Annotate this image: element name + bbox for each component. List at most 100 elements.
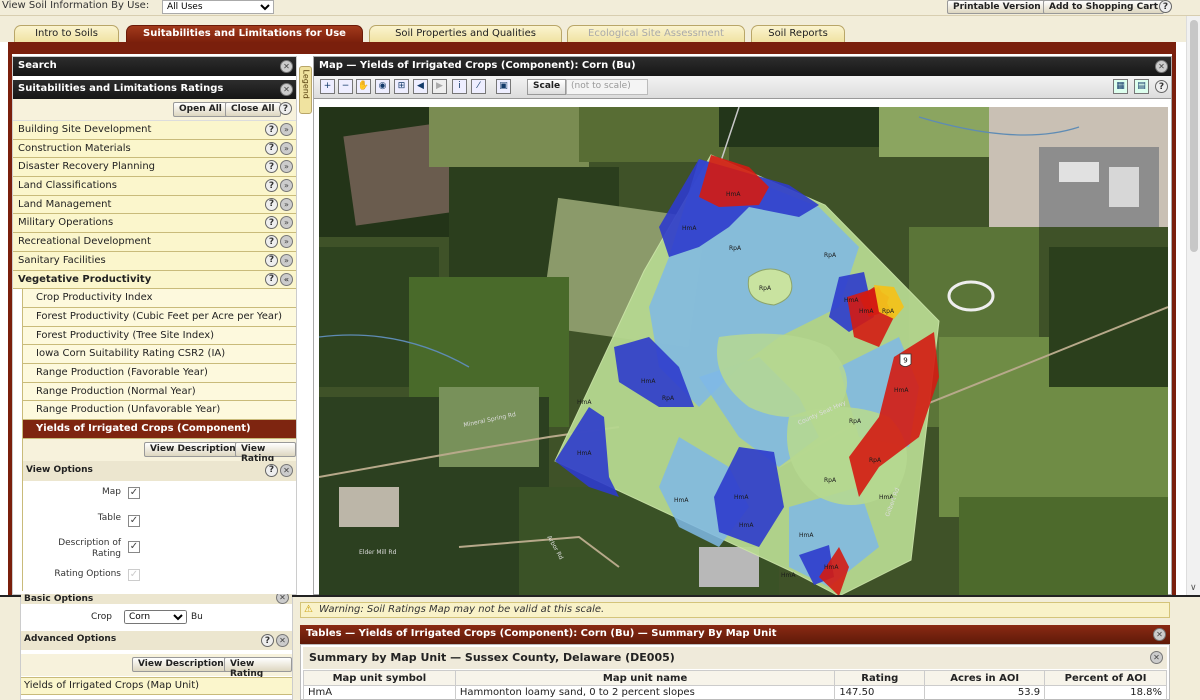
- collapse-icon[interactable]: ✕: [276, 594, 289, 604]
- map-unit-label[interactable]: HmA: [577, 399, 592, 406]
- map-unit-symbol-cell[interactable]: HmA: [303, 685, 456, 700]
- related-rating-item[interactable]: Yields of Irrigated Crops (Map Unit): [21, 677, 292, 695]
- help-icon[interactable]: ?: [265, 272, 278, 286]
- map-checkbox[interactable]: ✓: [128, 486, 140, 499]
- category-recreational-development[interactable]: Recreational Development?»: [13, 233, 296, 252]
- zoom-out-icon[interactable]: −: [338, 79, 353, 94]
- help-icon[interactable]: ?: [261, 634, 274, 647]
- subitem-crop-productivity-index[interactable]: Crop Productivity Index: [22, 289, 296, 308]
- category-military-operations[interactable]: Military Operations?»: [13, 214, 296, 234]
- category-building-site[interactable]: Building Site Development?»: [13, 121, 296, 140]
- help-icon[interactable]: ?: [265, 141, 278, 155]
- back-arrow-icon[interactable]: ◀: [413, 79, 428, 94]
- map-unit-label[interactable]: RpA: [759, 285, 772, 292]
- help-icon[interactable]: ?: [265, 123, 278, 136]
- collapse-icon[interactable]: ✕: [1153, 628, 1166, 641]
- map-unit-label[interactable]: HmA: [781, 572, 796, 579]
- help-icon[interactable]: ?: [265, 179, 278, 193]
- description-checkbox[interactable]: ✓: [128, 540, 140, 553]
- help-icon[interactable]: ?: [265, 253, 278, 267]
- view-description-button[interactable]: View Description: [144, 441, 242, 457]
- map-unit-label[interactable]: HmA: [734, 494, 749, 501]
- map-unit-label[interactable]: RpA: [882, 308, 895, 315]
- expand-icon[interactable]: »: [280, 197, 293, 211]
- tab-suitabilities[interactable]: Suitabilities and Limitations for Use: [126, 25, 363, 42]
- aerial-map[interactable]: 9 HmA HmA RpA RpA RpA HmA HmA RpA HmA Rp…: [319, 107, 1168, 596]
- category-sanitary-facilities[interactable]: Sanitary Facilities?»: [13, 251, 296, 271]
- expand-icon[interactable]: »: [280, 141, 293, 155]
- category-land-classifications[interactable]: Land Classifications?»: [13, 177, 296, 196]
- crop-select[interactable]: Corn: [124, 610, 187, 624]
- scale-button[interactable]: Scale: [527, 79, 567, 95]
- map-unit-label[interactable]: RpA: [662, 395, 675, 402]
- expand-icon[interactable]: »: [280, 123, 293, 136]
- map-unit-label[interactable]: RpA: [824, 252, 837, 259]
- expand-icon[interactable]: »: [280, 160, 293, 174]
- map-print-icon[interactable]: ▤: [1134, 79, 1149, 94]
- scrollbar-thumb[interactable]: [1190, 20, 1198, 252]
- collapse-icon[interactable]: ✕: [280, 83, 293, 96]
- subitem-range-favorable[interactable]: Range Production (Favorable Year): [22, 363, 296, 383]
- column-header[interactable]: Map unit symbol: [303, 670, 456, 686]
- map-unit-label[interactable]: RpA: [849, 418, 862, 425]
- help-icon[interactable]: ?: [265, 463, 278, 477]
- map-unit-label[interactable]: HmA: [739, 522, 754, 529]
- category-construction-materials[interactable]: Construction Materials?»: [13, 139, 296, 159]
- printable-version-button[interactable]: Printable Version: [947, 0, 1047, 14]
- map-unit-label[interactable]: HmA: [726, 191, 741, 198]
- category-vegetative-productivity[interactable]: Vegetative Productivity? «: [13, 270, 296, 290]
- column-header[interactable]: Map unit name: [454, 670, 836, 686]
- legend-tab[interactable]: Legend: [299, 66, 312, 114]
- column-header[interactable]: Rating: [834, 670, 926, 686]
- help-icon[interactable]: ?: [279, 102, 292, 115]
- map-layers-icon[interactable]: ▦: [1113, 79, 1128, 94]
- open-all-button[interactable]: Open All: [173, 102, 228, 117]
- expand-icon[interactable]: »: [280, 179, 293, 193]
- expand-icon[interactable]: »: [280, 235, 293, 249]
- view-description-button[interactable]: View Description: [132, 657, 230, 672]
- clear-icon[interactable]: ▣: [496, 79, 511, 94]
- collapse-icon[interactable]: ✕: [280, 60, 293, 73]
- column-header[interactable]: Percent of AOI: [1044, 670, 1167, 686]
- subitem-forest-productivity-site-index[interactable]: Forest Productivity (Tree Site Index): [22, 326, 296, 346]
- collapse-icon[interactable]: ✕: [276, 634, 289, 647]
- close-all-button[interactable]: Close All: [225, 102, 281, 117]
- subitem-range-unfavorable[interactable]: Range Production (Unfavorable Year): [22, 401, 296, 420]
- search-header[interactable]: Search ✕: [13, 57, 296, 76]
- expand-icon[interactable]: »: [280, 216, 293, 230]
- collapse-icon[interactable]: ✕: [280, 463, 293, 477]
- map-unit-label[interactable]: HmA: [859, 308, 874, 315]
- info-icon[interactable]: i: [452, 79, 467, 94]
- column-header[interactable]: Acres in AOI: [924, 670, 1046, 686]
- help-icon[interactable]: ?: [1159, 0, 1172, 13]
- map-unit-label[interactable]: HmA: [641, 378, 656, 385]
- add-to-cart-button[interactable]: Add to Shopping Cart: [1043, 0, 1165, 14]
- map-unit-label[interactable]: RpA: [729, 245, 742, 252]
- scale-input[interactable]: (not to scale): [566, 79, 648, 95]
- tab-intro-to-soils[interactable]: Intro to Soils: [14, 25, 119, 42]
- help-icon[interactable]: ?: [265, 197, 278, 211]
- subitem-iowa-corn-csr2[interactable]: Iowa Corn Suitability Rating CSR2 (IA): [22, 345, 296, 364]
- map-unit-label[interactable]: HmA: [844, 297, 859, 304]
- collapse-icon[interactable]: ✕: [1150, 651, 1163, 664]
- subitem-forest-productivity-cubic[interactable]: Forest Productivity (Cubic Feet per Acre…: [22, 307, 296, 327]
- ratings-header[interactable]: Suitabilities and Limitations Ratings ✕: [13, 80, 296, 99]
- map-unit-label[interactable]: HmA: [799, 532, 814, 539]
- measure-ruler-icon[interactable]: ⁄: [471, 79, 486, 94]
- view-rating-button[interactable]: View Rating: [235, 441, 296, 464]
- map-view[interactable]: 9 HmA HmA RpA RpA RpA HmA HmA RpA HmA Rp…: [319, 107, 1168, 596]
- view-by-use-select[interactable]: All Uses: [162, 0, 274, 14]
- subitem-yields-irrigated-crops[interactable]: Yields of Irrigated Crops (Component): [22, 420, 296, 439]
- table-checkbox[interactable]: ✓: [128, 514, 140, 527]
- identify-icon[interactable]: ⊞: [394, 79, 409, 94]
- help-icon[interactable]: ?: [265, 216, 278, 230]
- help-icon[interactable]: ?: [265, 160, 278, 174]
- category-land-management[interactable]: Land Management?»: [13, 195, 296, 215]
- subitem-range-normal[interactable]: Range Production (Normal Year): [22, 382, 296, 402]
- view-rating-button[interactable]: View Rating: [224, 657, 292, 679]
- help-icon[interactable]: ?: [1155, 80, 1168, 93]
- map-unit-label[interactable]: HmA: [682, 225, 697, 232]
- category-disaster-recovery[interactable]: Disaster Recovery Planning?»: [13, 158, 296, 178]
- tab-soil-properties[interactable]: Soil Properties and Qualities: [369, 25, 562, 42]
- map-unit-label[interactable]: HmA: [894, 387, 909, 394]
